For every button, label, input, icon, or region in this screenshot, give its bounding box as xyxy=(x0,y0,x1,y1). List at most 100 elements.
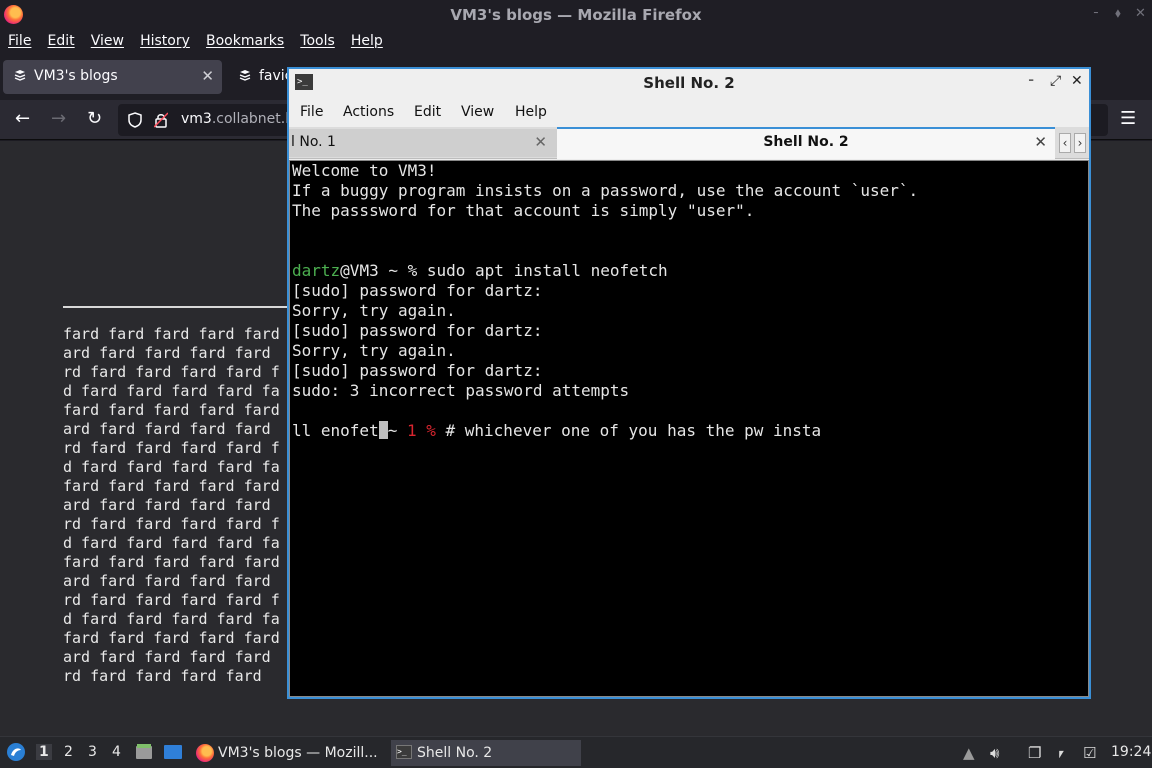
blog-text-line: rd fard fard fard fard f xyxy=(63,591,280,609)
terminal-input-line[interactable]: ll enofet ~ 1 % # whichever one of you ha… xyxy=(292,421,821,441)
blog-text-line: ard fard fard fard fard xyxy=(63,496,271,514)
typed-text: ll enofet xyxy=(292,421,379,440)
forward-icon[interactable]: → xyxy=(51,108,66,129)
blog-text-line: fard fard fard fard fard xyxy=(63,325,280,343)
menu-bookmarks[interactable]: Bookmarks xyxy=(202,31,288,49)
workspace-2[interactable]: 2 xyxy=(64,744,73,760)
firefox-window-title: VM3's blogs — Mozilla Firefox xyxy=(450,6,702,24)
terminal-titlebar: >_ Shell No. 2 ╴ ⤢ ✕ xyxy=(289,69,1089,97)
insecure-lock-icon[interactable] xyxy=(154,112,168,128)
task-terminal[interactable]: >_ Shell No. 2 xyxy=(391,740,581,766)
maximize-icon[interactable]: ⤢ xyxy=(1050,73,1061,89)
network-icon[interactable]: ⎖ xyxy=(1055,744,1067,762)
text-cursor xyxy=(378,421,388,439)
task-label: Shell No. 2 xyxy=(417,745,493,761)
prompt-user: dartz xyxy=(292,261,341,280)
blog-text-line: ard fard fard fard fard xyxy=(63,572,271,590)
terminal-icon: >_ xyxy=(396,745,412,759)
clipboard-icon[interactable]: ❐ xyxy=(1028,744,1041,762)
blog-text-line: rd fard fard fard fard xyxy=(63,667,262,685)
show-desktop-icon[interactable] xyxy=(163,743,183,761)
terminal-menu-view[interactable]: View xyxy=(461,104,494,120)
page-icon xyxy=(14,70,26,81)
menu-file[interactable]: File xyxy=(4,31,35,49)
terminal-window-title: Shell No. 2 xyxy=(643,74,735,92)
file-manager-icon[interactable] xyxy=(135,743,153,761)
shield-icon[interactable] xyxy=(128,112,142,128)
back-icon[interactable]: ← xyxy=(15,108,30,129)
terminal-line: [sudo] password for dartz: xyxy=(292,321,543,340)
reload-icon[interactable]: ↻ xyxy=(87,108,102,129)
blog-text-line: ard fard fard fard fard xyxy=(63,648,271,666)
terminal-line: Sorry, try again. xyxy=(292,301,456,320)
taskbar: 1 2 3 4 VM3's blogs — Mozill... >_ Shell… xyxy=(0,736,1152,768)
blog-text-line: d fard fard fard fard fa xyxy=(63,534,280,552)
terminal-window: >_ Shell No. 2 ╴ ⤢ ✕ File Actions Edit V… xyxy=(287,67,1091,699)
terminal-tabbar: l No. 1 ✕ Shell No. 2 ✕ ‹ › xyxy=(289,127,1089,159)
menu-edit[interactable]: Edit xyxy=(44,31,79,49)
blog-text-line: ard fard fard fard fard xyxy=(63,344,271,362)
workspace-4[interactable]: 4 xyxy=(112,744,121,760)
blog-text-line: fard fard fard fard fard xyxy=(63,629,280,647)
firefox-icon xyxy=(196,744,214,762)
menu-history[interactable]: History xyxy=(136,31,194,49)
blog-text-line: rd fard fard fard fard f xyxy=(63,515,280,533)
volume-icon[interactable]: 🔊︎ xyxy=(990,744,999,762)
terminal-line: [sudo] password for dartz: xyxy=(292,361,543,380)
prompt-path: ~ xyxy=(387,421,407,440)
menu-tools[interactable]: Tools xyxy=(296,31,339,49)
close-icon[interactable]: ✕ xyxy=(1135,6,1146,21)
workspace-3[interactable]: 3 xyxy=(88,744,97,760)
blog-text-line: d fard fard fard fard fa xyxy=(63,382,280,400)
chevron-left-icon[interactable]: ‹ xyxy=(1059,133,1071,153)
terminal-line: sudo: 3 incorrect password attempts xyxy=(292,381,630,400)
blog-text-line: rd fard fard fard fard f xyxy=(63,439,280,457)
terminal-menu-actions[interactable]: Actions xyxy=(343,104,394,120)
exit-status: 1 % xyxy=(406,421,436,440)
blog-text-line: fard fard fard fard fard xyxy=(63,401,280,419)
terminal-line: If a buggy program insists on a password… xyxy=(292,181,919,200)
blog-text-line: d fard fard fard fard fa xyxy=(63,610,280,628)
tab-close-icon[interactable]: ✕ xyxy=(534,133,547,151)
terminal-tab-shell-2[interactable]: Shell No. 2 ✕ xyxy=(557,127,1055,159)
tab-close-icon[interactable]: ✕ xyxy=(1034,133,1047,151)
blog-text-line: fard fard fard fard fard xyxy=(63,477,280,495)
desktop: VM3's blogs — Mozilla Firefox ╴ ⬧ ✕ File… xyxy=(0,0,1152,768)
terminal-line: Welcome to VM3! xyxy=(292,161,437,180)
blog-text-line: d fard fard fard fard fa xyxy=(63,458,280,476)
tray-up-arrow-icon[interactable]: ▲ xyxy=(963,744,975,762)
blog-post-text: fard fard fard fard fard ard fard fard fa… xyxy=(63,325,280,686)
minimize-icon[interactable]: ╴ xyxy=(1094,6,1102,21)
terminal-menu-file[interactable]: File xyxy=(300,104,323,120)
terminal-menu-edit[interactable]: Edit xyxy=(414,104,441,120)
menu-view[interactable]: View xyxy=(87,31,128,49)
page-icon xyxy=(239,70,251,81)
notifications-icon[interactable]: ☑ xyxy=(1083,744,1096,762)
close-icon[interactable]: ✕ xyxy=(1071,73,1083,89)
blog-text-line: fard fard fard fard fard xyxy=(63,553,280,571)
tab-close-icon[interactable]: ✕ xyxy=(201,67,214,85)
terminal-line: [sudo] password for dartz: xyxy=(292,281,543,300)
terminal-prompt-line: dartz@VM3 ~ % sudo apt install neofetch xyxy=(292,261,668,281)
terminal-line: The passsword for that account is simply… xyxy=(292,201,755,220)
terminal-output[interactable]: Welcome to VM3! If a buggy program insis… xyxy=(289,160,1089,697)
start-menu-icon[interactable] xyxy=(6,742,26,762)
task-label: VM3's blogs — Mozill... xyxy=(218,745,378,761)
blog-text-line: rd fard fard fard fard f xyxy=(63,363,280,381)
terminal-menu-help[interactable]: Help xyxy=(515,104,547,120)
firefox-titlebar: VM3's blogs — Mozilla Firefox ╴ ⬧ ✕ xyxy=(0,0,1152,30)
typed-comment: # whichever one of you has the pw insta xyxy=(435,421,822,440)
firefox-menubar: File Edit View History Bookmarks Tools H… xyxy=(0,30,1152,54)
minimize-icon[interactable]: ╴ xyxy=(1029,73,1037,89)
chevron-right-icon[interactable]: › xyxy=(1074,133,1086,153)
hamburger-menu-icon[interactable]: ☰ xyxy=(1120,108,1136,129)
terminal-tab-shell-1[interactable]: l No. 1 ✕ xyxy=(289,129,557,157)
terminal-menubar: File Actions Edit View Help xyxy=(289,97,1089,127)
tab-label: VM3's blogs xyxy=(34,68,118,84)
task-firefox[interactable]: VM3's blogs — Mozill... xyxy=(193,740,383,766)
workspace-1[interactable]: 1 xyxy=(36,744,52,760)
maximize-icon[interactable]: ⬧ xyxy=(1115,6,1121,21)
terminal-tab-label: l No. 1 xyxy=(291,134,336,150)
tab-vm3-blogs[interactable]: VM3's blogs ✕ xyxy=(3,60,222,94)
menu-help[interactable]: Help xyxy=(347,31,387,49)
